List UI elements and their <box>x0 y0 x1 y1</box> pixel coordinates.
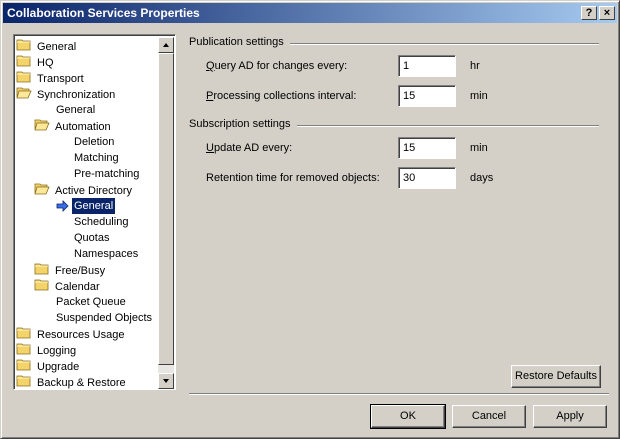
tree-item-label: Free/Busy <box>55 264 106 277</box>
tree-item-label: Resources Usage <box>37 328 125 341</box>
tree-item-label: Deletion <box>74 136 115 148</box>
arrow-right-icon <box>56 200 69 217</box>
tree-item[interactable]: General <box>56 197 117 215</box>
properties-dialog: Collaboration Services Properties ? × Ge… <box>0 0 620 439</box>
tree-item-label: Upgrade <box>37 360 80 373</box>
tree-item-label: Scheduling <box>74 216 129 228</box>
ok-button[interactable]: OK <box>370 404 446 429</box>
processing-interval-input[interactable] <box>398 85 456 107</box>
query-ad-label: Query AD for changes every: <box>206 60 348 72</box>
subscription-title: Subscription settings <box>189 118 297 130</box>
folder-icon <box>34 278 50 296</box>
tree-item-label: Quotas <box>74 232 110 244</box>
scroll-down-button[interactable] <box>158 373 174 389</box>
tree-items: General HQ Transport Synchronization General… <box>14 35 159 389</box>
tree-item[interactable]: Matching <box>72 150 121 166</box>
folder-icon <box>16 374 32 389</box>
tree-scrollbar[interactable] <box>158 37 174 389</box>
tree-item-label: HQ <box>37 56 54 69</box>
tree-item-label: General <box>56 104 96 116</box>
scroll-thumb[interactable] <box>158 53 174 365</box>
tree-item[interactable]: Pre-matching <box>72 166 141 182</box>
retention-time-unit: days <box>470 172 494 184</box>
tree-item[interactable]: Backup & Restore <box>16 374 128 389</box>
tree-item-label: Pre-matching <box>74 168 140 180</box>
window-title: Collaboration Services Properties <box>7 6 200 20</box>
tree-item[interactable]: HQ <box>16 54 56 70</box>
tree-item-label: Matching <box>74 152 119 164</box>
processing-interval-unit: min <box>470 90 488 102</box>
tree-item-label: Backup & Restore <box>37 376 126 389</box>
tree-item-label: Suspended Objects <box>56 312 153 324</box>
tree-item[interactable]: Logging <box>16 342 78 358</box>
query-ad-unit: hr <box>470 60 480 72</box>
folder-open-icon <box>34 182 50 200</box>
update-ad-input[interactable] <box>398 137 456 159</box>
help-button[interactable]: ? <box>581 6 597 20</box>
retention-time-label: Retention time for removed objects: <box>206 172 380 184</box>
title-bar: Collaboration Services Properties ? × <box>3 3 617 23</box>
close-button[interactable]: × <box>599 6 615 20</box>
tree-item-label: Logging <box>37 344 77 357</box>
update-ad-label: Update AD every: <box>206 142 293 154</box>
tree-item[interactable]: Namespaces <box>72 246 140 262</box>
button-separator <box>189 393 609 395</box>
tree-item-label: Active Directory <box>55 184 133 197</box>
tree-item[interactable]: Suspended Objects <box>54 310 154 326</box>
tree-item-label: Calendar <box>55 280 100 293</box>
tree-item-label: Synchronization <box>37 88 116 101</box>
tree-item-label: Namespaces <box>74 248 139 260</box>
update-ad-unit: min <box>470 142 488 154</box>
folder-open-icon <box>16 86 32 104</box>
tree-item[interactable]: Quotas <box>72 230 111 246</box>
tree-item-label: Packet Queue <box>56 296 126 308</box>
tree-item[interactable]: Scheduling <box>72 214 130 230</box>
retention-time-input[interactable] <box>398 167 456 189</box>
arrow-up-icon <box>163 43 169 47</box>
tree-item-label: Transport <box>37 72 84 85</box>
settings-tree[interactable]: General HQ Transport Synchronization General… <box>13 34 176 390</box>
scroll-up-button[interactable] <box>158 37 174 53</box>
tree-item[interactable]: Transport <box>16 70 86 86</box>
tree-item-label: Automation <box>55 120 111 133</box>
tree-item[interactable]: General <box>54 102 97 118</box>
tree-item[interactable]: Automation <box>34 118 113 134</box>
arrow-down-icon <box>163 379 169 383</box>
tree-item-label: General <box>70 197 117 215</box>
restore-defaults-button[interactable]: Restore Defaults <box>511 365 601 388</box>
tree-item-label: General <box>37 40 77 53</box>
tree-item[interactable]: Packet Queue <box>54 294 128 310</box>
tree-item[interactable]: General <box>16 38 78 54</box>
cancel-button[interactable]: Cancel <box>452 405 526 428</box>
publication-title: Publication settings <box>189 36 290 48</box>
tree-item[interactable]: Calendar <box>34 278 102 294</box>
tree-item[interactable]: Upgrade <box>16 358 81 374</box>
processing-interval-label: Processing collections interval: <box>206 90 357 102</box>
tree-item[interactable]: Free/Busy <box>34 262 107 278</box>
query-ad-input[interactable] <box>398 55 456 77</box>
tree-item[interactable]: Deletion <box>72 134 116 150</box>
tree-item[interactable]: Active Directory <box>34 182 134 198</box>
folder-open-icon <box>34 118 50 136</box>
tree-item[interactable]: Resources Usage <box>16 326 126 342</box>
tree-item[interactable]: Synchronization <box>16 86 117 102</box>
apply-button[interactable]: Apply <box>533 405 607 428</box>
